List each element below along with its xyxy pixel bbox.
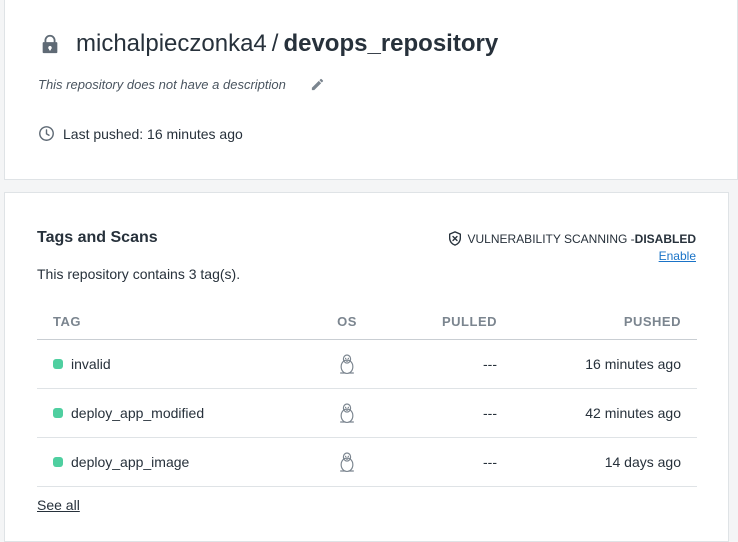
repository-title: michalpieczonka4 / devops_repository xyxy=(39,30,498,58)
repo-description: This repository does not have a descript… xyxy=(38,77,325,92)
repo-name: devops_repository xyxy=(283,30,499,57)
table-row[interactable]: invalid --- 16 minutes ago xyxy=(37,340,697,389)
column-header-pulled: PULLED xyxy=(442,313,497,329)
scanning-label: VULNERABILITY SCANNING - xyxy=(467,231,635,246)
repository-header-card: michalpieczonka4 / devops_repository Thi… xyxy=(4,0,738,180)
pulled-cell: --- xyxy=(483,454,497,470)
tag-cell: deploy_app_image xyxy=(37,454,327,470)
clock-icon xyxy=(39,126,54,141)
see-all-link[interactable]: See all xyxy=(37,497,80,513)
pencil-icon[interactable] xyxy=(310,77,325,92)
column-header-os: OS xyxy=(337,313,357,329)
pulled-cell: --- xyxy=(483,356,497,372)
linux-icon xyxy=(340,354,354,375)
repo-separator: / xyxy=(271,30,279,57)
tag-name[interactable]: deploy_app_modified xyxy=(71,405,204,421)
pulled-cell: --- xyxy=(483,405,497,421)
repo-owner[interactable]: michalpieczonka4 xyxy=(76,30,267,58)
section-title: Tags and Scans xyxy=(37,229,158,246)
linux-icon xyxy=(340,452,354,473)
os-cell xyxy=(327,451,367,473)
tag-cell: deploy_app_modified xyxy=(37,405,327,421)
os-cell xyxy=(327,353,367,375)
tag-count-text: This repository contains 3 tag(s). xyxy=(37,266,241,282)
tags-and-scans-card: Tags and Scans VULNERABILITY SCANNING - … xyxy=(4,192,729,542)
column-header-pushed: PUSHED xyxy=(623,313,681,329)
table-header: TAG OS PULLED PUSHED xyxy=(37,303,697,340)
status-dot xyxy=(53,408,63,418)
column-header-tag: TAG xyxy=(53,313,81,329)
shield-x-icon xyxy=(448,231,461,246)
status-dot xyxy=(53,457,63,467)
status-dot xyxy=(53,359,63,369)
repo-description-text: This repository does not have a descript… xyxy=(38,77,286,92)
pushed-cell: 14 days ago xyxy=(604,454,681,470)
tag-cell: invalid xyxy=(37,356,327,372)
pushed-cell: 16 minutes ago xyxy=(585,356,681,372)
table-row[interactable]: deploy_app_image --- 14 days ago xyxy=(37,438,697,487)
lock-icon xyxy=(42,34,58,54)
pushed-cell: 42 minutes ago xyxy=(585,405,681,421)
linux-icon xyxy=(340,403,354,424)
vulnerability-scanning-status: VULNERABILITY SCANNING - DISABLED xyxy=(447,230,696,247)
os-cell xyxy=(327,402,367,424)
last-pushed: Last pushed: 16 minutes ago xyxy=(38,125,243,142)
table-row[interactable]: deploy_app_modified --- 42 minutes ago xyxy=(37,389,697,438)
last-pushed-text: Last pushed: 16 minutes ago xyxy=(63,125,243,142)
tag-name[interactable]: invalid xyxy=(71,356,111,372)
tags-table: TAG OS PULLED PUSHED invalid --- 16 minu… xyxy=(37,303,697,487)
scanning-status: DISABLED xyxy=(634,231,696,246)
enable-scanning-link[interactable]: Enable xyxy=(659,249,696,263)
tag-name[interactable]: deploy_app_image xyxy=(71,454,189,470)
